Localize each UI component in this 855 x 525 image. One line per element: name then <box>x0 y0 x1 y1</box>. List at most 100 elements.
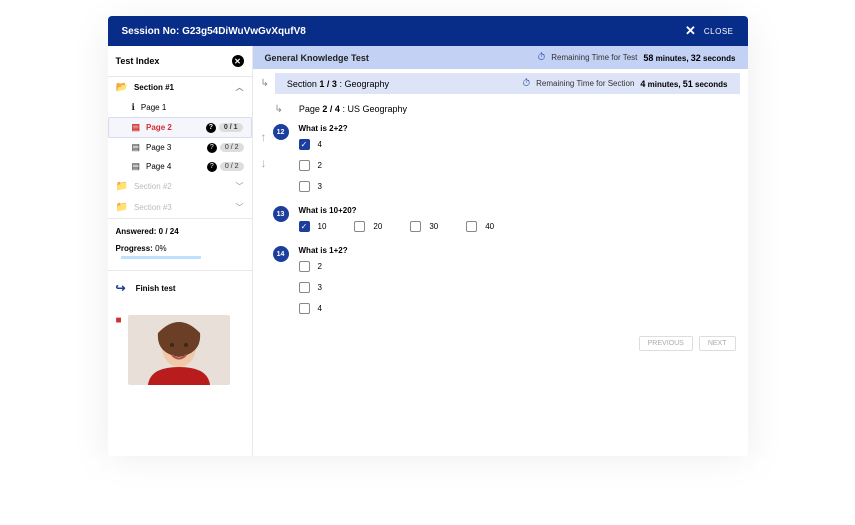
section-row-3[interactable]: 📁 Section #3 ﹀ <box>108 197 252 218</box>
clock-icon: ⏱ <box>537 52 545 63</box>
sidebar: Test Index ✕ 📂 Section #1 ︿ ℹ Page 1 ▤ P… <box>108 46 253 456</box>
checkbox[interactable] <box>410 221 421 232</box>
answer-option[interactable]: 4 <box>299 303 736 314</box>
document-icon: ▤ <box>132 161 141 172</box>
test-timer-value: 58 minutes, 32 seconds <box>643 53 735 63</box>
folder-open-icon: 📂 <box>116 82 128 93</box>
chevron-down-icon[interactable]: ﹀ <box>236 202 244 213</box>
checkbox[interactable] <box>299 282 310 293</box>
section-label: Section #1 <box>134 83 174 92</box>
section-label: Section #3 <box>134 203 172 212</box>
section-row-1[interactable]: 📂 Section #1 ︿ <box>108 77 252 98</box>
checkbox[interactable] <box>354 221 365 232</box>
option-label: 4 <box>318 140 322 149</box>
page-label: Page 4 <box>146 162 171 171</box>
main-panel: General Knowledge Test ⏱ Remaining Time … <box>253 46 748 456</box>
page-row-1[interactable]: ℹ Page 1 <box>108 98 252 117</box>
answered-label: Answered: <box>116 227 157 236</box>
logout-icon: ↪ <box>116 281 126 295</box>
progress-bar <box>121 256 201 259</box>
recording-icon: ■ <box>116 315 122 326</box>
answer-count: 0 / 2 <box>220 162 244 171</box>
page-breadcrumb: Page 2 / 4 : US Geography <box>289 100 748 118</box>
checkbox[interactable] <box>299 139 310 150</box>
answered-value: 0 / 24 <box>159 227 179 236</box>
question-title: What is 1+2? <box>299 246 736 255</box>
option-label: 20 <box>373 222 382 231</box>
page-label: Page 1 <box>141 103 166 112</box>
page-label: Page 3 <box>146 143 171 152</box>
test-title: General Knowledge Test <box>265 53 369 63</box>
previous-button[interactable]: PREVIOUS <box>639 336 693 351</box>
checkbox[interactable] <box>299 261 310 272</box>
checkbox[interactable] <box>299 221 310 232</box>
option-label: 2 <box>318 161 322 170</box>
section-timer-value: 4 minutes, 51 seconds <box>640 79 727 89</box>
question-title: What is 2+2? <box>299 124 736 133</box>
help-icon: ? <box>207 143 217 153</box>
question-title: What is 10+20? <box>299 206 736 215</box>
answer-option[interactable]: 20 <box>354 221 382 232</box>
progress-label: Progress: <box>116 244 153 253</box>
option-label: 2 <box>318 262 322 271</box>
close-button[interactable]: CLOSE <box>704 27 734 36</box>
section-breadcrumb: Section 1 / 3 : Geography <box>287 79 389 89</box>
section-label: Section #2 <box>134 182 172 191</box>
answer-option[interactable]: 10 <box>299 221 327 232</box>
option-label: 3 <box>318 283 322 292</box>
test-timer-label: Remaining Time for Test <box>551 53 637 62</box>
answer-option[interactable]: 40 <box>466 221 494 232</box>
checkbox[interactable] <box>299 160 310 171</box>
progress-value: 0% <box>155 244 167 253</box>
folder-icon: 📁 <box>116 181 128 192</box>
question-number: 13 <box>273 206 289 222</box>
question-number: 14 <box>273 246 289 262</box>
page-row-3[interactable]: ▤ Page 3 ?0 / 2 <box>108 138 252 157</box>
webcam-preview <box>128 315 230 385</box>
option-label: 4 <box>318 304 322 313</box>
chevron-up-icon[interactable]: ︿ <box>236 82 244 93</box>
next-button[interactable]: NEXT <box>699 336 736 351</box>
finish-label: Finish test <box>136 284 176 293</box>
close-icon[interactable]: ✕ <box>685 23 696 39</box>
page-row-4[interactable]: ▤ Page 4 ?0 / 2 <box>108 157 252 176</box>
modal-header: Session No: G23g54DiWuVwGvXqufV8 ✕ CLOSE <box>108 16 748 46</box>
question-block: 12 What is 2+2? 4 2 3 <box>273 124 736 192</box>
indent-icon: ↳ <box>275 104 283 115</box>
document-icon: ▤ <box>132 142 141 153</box>
option-label: 3 <box>318 182 322 191</box>
document-icon: ▤ <box>132 122 141 133</box>
option-label: 30 <box>429 222 438 231</box>
answer-count: 0 / 1 <box>219 123 243 132</box>
help-icon: ? <box>206 123 216 133</box>
sidebar-title: Test Index <box>116 56 160 66</box>
folder-icon: 📁 <box>116 202 128 213</box>
checkbox[interactable] <box>466 221 477 232</box>
answer-option[interactable]: 3 <box>299 181 736 192</box>
checkbox[interactable] <box>299 181 310 192</box>
question-block: 13 What is 10+20? 10 20 30 40 <box>273 206 736 232</box>
answer-option[interactable]: 4 <box>299 139 736 150</box>
answer-option[interactable]: 2 <box>299 261 736 272</box>
question-block: 14 What is 1+2? 2 3 4 <box>273 246 736 314</box>
clock-icon: ⏱ <box>522 78 530 89</box>
answer-option[interactable]: 2 <box>299 160 736 171</box>
page-row-2[interactable]: ▤ Page 2 ?0 / 1 <box>108 117 252 138</box>
collapse-sidebar-icon[interactable]: ✕ <box>232 55 244 67</box>
page-label: Page 2 <box>146 123 172 132</box>
question-number: 12 <box>273 124 289 140</box>
help-icon: ? <box>207 162 217 172</box>
answer-option[interactable]: 3 <box>299 282 736 293</box>
section-timer-label: Remaining Time for Section <box>536 79 634 88</box>
answer-count: 0 / 2 <box>220 143 244 152</box>
checkbox[interactable] <box>299 303 310 314</box>
option-label: 10 <box>318 222 327 231</box>
fade-overlay <box>0 445 855 525</box>
indent-icon: ↳ <box>261 78 269 89</box>
session-number: Session No: G23g54DiWuVwGvXqufV8 <box>122 26 306 37</box>
finish-test-button[interactable]: ↪ Finish test <box>108 270 252 305</box>
section-row-2[interactable]: 📁 Section #2 ﹀ <box>108 176 252 197</box>
option-label: 40 <box>485 222 494 231</box>
chevron-down-icon[interactable]: ﹀ <box>236 181 244 192</box>
answer-option[interactable]: 30 <box>410 221 438 232</box>
